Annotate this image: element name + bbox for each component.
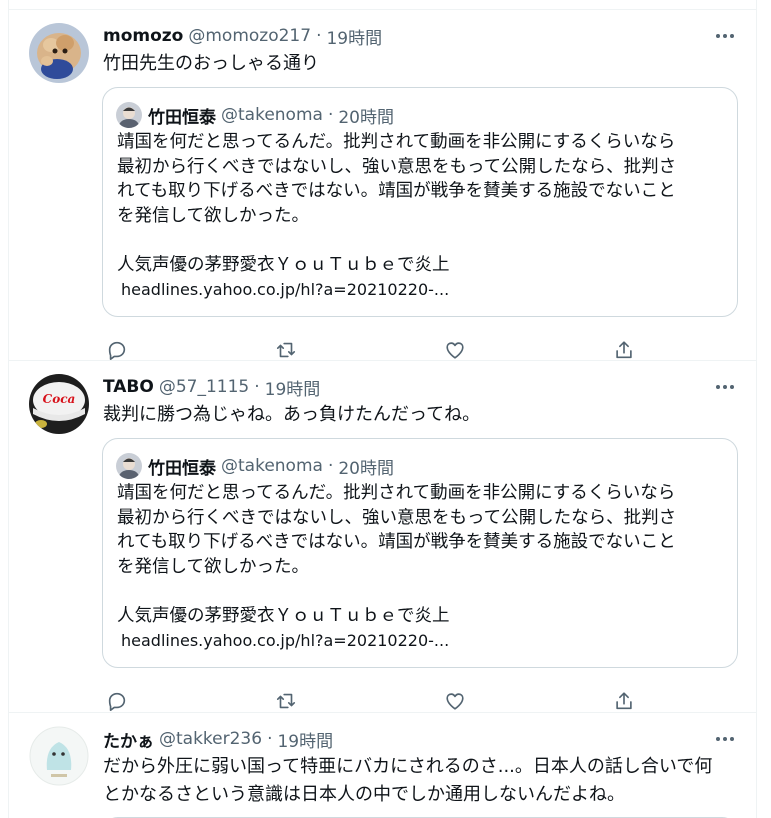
quoted-header: 竹田恒泰 @takenoma · 20時間 (148, 102, 394, 128)
quoted-handle: @takenoma (221, 105, 323, 125)
tweet-text: だから外圧に弱い国って特亜にバカにされるのさ...。日本人の話し合いで何 とかな… (103, 753, 736, 809)
quoted-text-line: を発信して欲しかった。 (117, 205, 309, 226)
more-horizontal-icon[interactable] (710, 727, 740, 751)
tweet-header: momozo @momozo217 · 19時間 (103, 24, 740, 49)
quoted-display-name: 竹田恒泰 (148, 107, 216, 128)
separator-dot: · (267, 729, 273, 749)
tweet-text-line: とかなるさという意識は日本人の中でしか通用しないんだよね。 (103, 784, 625, 805)
tweet[interactable]: Coca TABO @57_1115 · 19時間 裁判に勝つ為じゃね。あっ負け… (9, 361, 756, 713)
share-icon[interactable] (609, 686, 639, 716)
tweet-header: TABO @57_1115 · 19時間 (103, 375, 740, 400)
quoted-timestamp: 20時間 (338, 458, 394, 479)
separator-dot: · (254, 377, 260, 397)
quoted-tweet[interactable]: 竹田恒泰 @takenoma · 20時間 靖国を何だと思ってるんだ。批判されて… (102, 438, 738, 668)
more-horizontal-icon[interactable] (710, 24, 740, 48)
tweet-actions (99, 686, 659, 716)
avatar[interactable] (29, 23, 89, 83)
svg-text:Coca: Coca (43, 392, 76, 406)
user-handle[interactable]: @57_1115 (159, 377, 249, 397)
quoted-tweet[interactable]: 竹田恒泰 @takenoma · 20時間 靖国を何だと思ってるんだ。批判されて… (102, 87, 738, 317)
tweet-text-line: だから外圧に弱い国って特亜にバカにされるのさ...。日本人の話し合いで何 (103, 756, 713, 777)
quoted-link-url[interactable]: headlines.yahoo.co.jp/hl?a=20210220-... (121, 278, 449, 302)
tweet[interactable]: momozo @momozo217 · 19時間 竹田先生のおっしゃる通り 竹田… (9, 10, 756, 361)
tweet-text: 竹田先生のおっしゃる通り (103, 53, 319, 74)
user-handle[interactable]: @momozo217 (188, 26, 311, 46)
quoted-text-line: を発信して欲しかった。 (117, 556, 309, 577)
separator-dot: · (327, 456, 334, 476)
quoted-text-line: 最初から行くべきではないし、強い意思をもって公開したなら、批判さ (117, 507, 677, 528)
quoted-link-url[interactable]: headlines.yahoo.co.jp/hl?a=20210220-... (121, 629, 449, 653)
separator-dot: · (316, 26, 322, 46)
timeline-top-divider (9, 0, 756, 10)
quoted-text-line: 靖国を何だと思ってるんだ。批判されて動画を非公開にするくらいなら (117, 132, 676, 152)
separator-dot: · (327, 105, 334, 125)
quoted-handle: @takenoma (221, 456, 323, 476)
quoted-text: 靖国を何だと思ってるんだ。批判されて動画を非公開にするくらいなら 最初から行くべ… (117, 481, 723, 579)
quoted-text: 靖国を何だと思ってるんだ。批判されて動画を非公開にするくらいなら 最初から行くべ… (117, 130, 723, 228)
timestamp[interactable]: 19時間 (277, 727, 333, 752)
retweet-icon[interactable] (271, 686, 301, 716)
quoted-link-title: 人気声優の茅野愛衣ＹｏｕＴｕｂｅで炎上 (117, 255, 450, 275)
timeline: momozo @momozo217 · 19時間 竹田先生のおっしゃる通り 竹田… (8, 0, 757, 818)
tweet-header: たかぁ @takker236 · 19時間 (103, 727, 740, 752)
quoted-display-name: 竹田恒泰 (148, 458, 216, 479)
avatar[interactable]: Coca (29, 374, 89, 434)
display-name[interactable]: たかぁ (103, 727, 154, 752)
quoted-timestamp: 20時間 (338, 107, 394, 128)
display-name[interactable]: momozo (103, 26, 183, 46)
quoted-text-line: れても取り下げるべきではない。靖国が戦争を賛美する施設でないこと (117, 532, 676, 552)
tweet[interactable]: たかぁ @takker236 · 19時間 だから外圧に弱い国って特亜にバカにさ… (9, 713, 756, 818)
like-heart-icon[interactable] (440, 686, 470, 716)
user-handle[interactable]: @takker236 (159, 729, 262, 749)
quoted-text-line: れても取り下げるべきではない。靖国が戦争を賛美する施設でないこと (117, 181, 676, 201)
avatar[interactable] (29, 726, 89, 786)
quoted-text-line: 靖国を何だと思ってるんだ。批判されて動画を非公開にするくらいなら (117, 483, 676, 503)
timestamp[interactable]: 19時間 (265, 375, 321, 400)
quoted-header: 竹田恒泰 @takenoma · 20時間 (148, 453, 394, 479)
quoted-avatar (116, 453, 142, 479)
timestamp[interactable]: 19時間 (326, 24, 382, 49)
quoted-link-title: 人気声優の茅野愛衣ＹｏｕＴｕｂｅで炎上 (117, 606, 450, 626)
quoted-avatar (116, 102, 142, 128)
display-name[interactable]: TABO (103, 377, 154, 397)
more-horizontal-icon[interactable] (710, 375, 740, 399)
quoted-text-line: 最初から行くべきではないし、強い意思をもって公開したなら、批判さ (117, 156, 677, 177)
reply-icon[interactable] (102, 686, 132, 716)
tweet-text: 裁判に勝つ為じゃね。あっ負けたんだってね。 (103, 404, 481, 425)
